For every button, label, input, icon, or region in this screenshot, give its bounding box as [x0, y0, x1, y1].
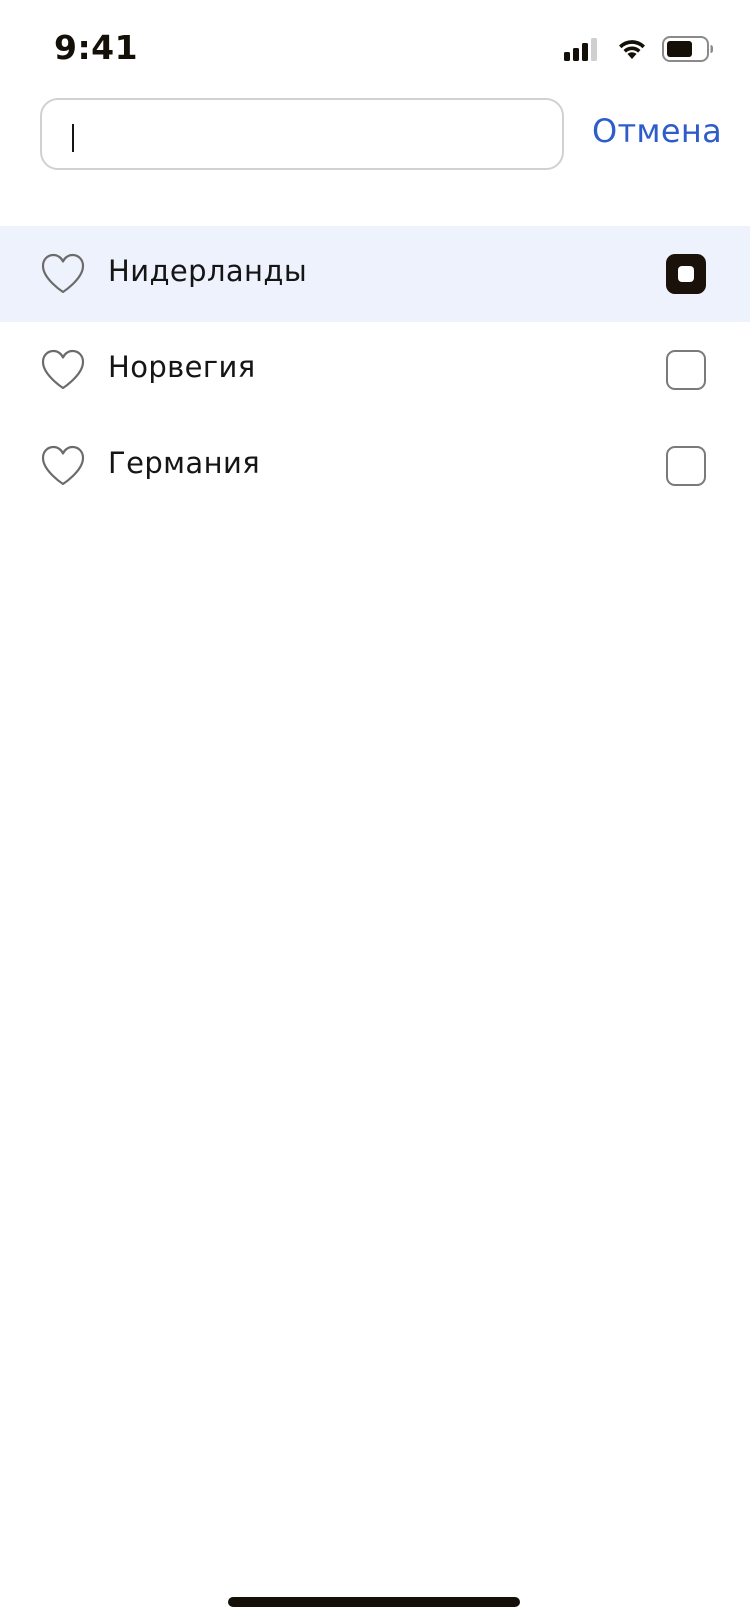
checkbox[interactable]	[666, 446, 706, 486]
checkbox[interactable]	[666, 350, 706, 390]
list-item-label: Германия	[108, 446, 261, 480]
search-row: Отмена	[0, 98, 750, 174]
country-list: Нидерланды Норвегия Германия	[0, 226, 750, 514]
text-caret	[72, 124, 74, 152]
wifi-icon	[616, 37, 648, 66]
cancel-button[interactable]: Отмена	[592, 112, 722, 150]
list-item-label: Норвегия	[108, 350, 256, 384]
home-indicator[interactable]	[228, 1597, 520, 1607]
battery-icon	[662, 36, 714, 67]
heart-icon[interactable]	[40, 252, 86, 296]
checkbox-checked[interactable]	[666, 254, 706, 294]
list-item-label: Нидерланды	[108, 254, 308, 288]
search-input[interactable]	[62, 110, 546, 160]
cellular-signal-icon	[564, 37, 602, 66]
list-item[interactable]: Нидерланды	[0, 226, 750, 322]
search-field[interactable]	[40, 98, 564, 170]
status-time: 9:41	[54, 28, 139, 67]
heart-icon[interactable]	[40, 348, 86, 392]
status-icons	[564, 36, 714, 67]
list-item[interactable]: Норвегия	[0, 322, 750, 418]
list-item[interactable]: Германия	[0, 418, 750, 514]
check-mark-icon	[678, 266, 694, 282]
status-bar: 9:41	[0, 0, 750, 96]
heart-icon[interactable]	[40, 444, 86, 488]
